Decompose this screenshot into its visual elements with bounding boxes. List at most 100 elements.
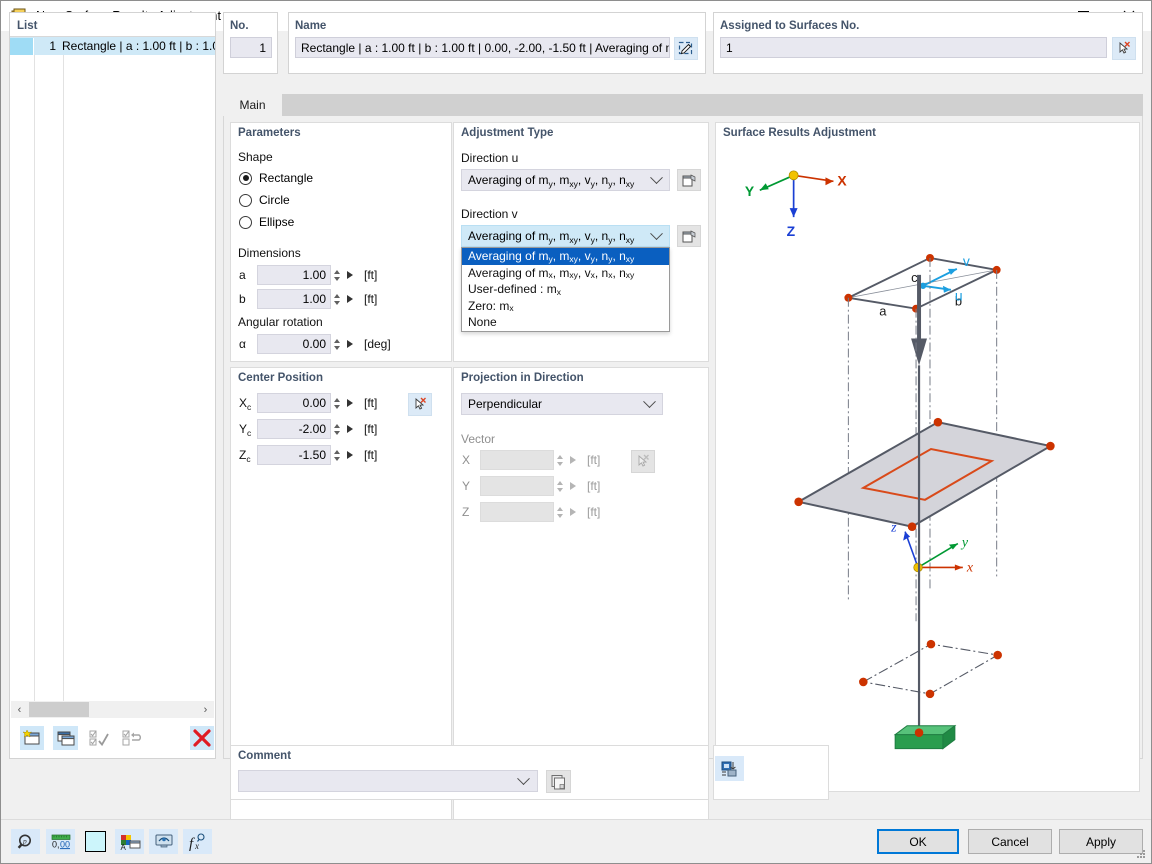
direction-v-combo[interactable]: Averaging of my, mxy, vy, ny, nxy: [461, 225, 670, 247]
xc-label-main: X: [239, 396, 248, 410]
help-search-icon[interactable]: p: [11, 829, 40, 854]
dimension-a-field[interactable]: 1.00 [ft]: [257, 265, 377, 285]
xc-stepper[interactable]: [331, 393, 343, 413]
svg-text:z: z: [890, 521, 897, 536]
dropdown-option-4[interactable]: None: [462, 314, 669, 331]
projection-combo[interactable]: Perpendicular: [461, 393, 663, 415]
yc-value[interactable]: -2.00: [257, 419, 331, 439]
yc-stepper[interactable]: [331, 419, 343, 439]
list-item[interactable]: 1 Rectangle | a : 1.00 ft | b : 1.00 f: [10, 37, 215, 55]
alpha-more-icon[interactable]: [343, 334, 357, 354]
xc-value[interactable]: 0.00: [257, 393, 331, 413]
dropdown-option-2[interactable]: User-defined : mx: [462, 281, 669, 298]
units-decimal-places-icon[interactable]: 0, 00: [46, 829, 75, 854]
svg-text:y: y: [960, 536, 969, 551]
dropdown-option-0[interactable]: Averaging of my, m xy, vy, ny, n xy: [462, 248, 669, 265]
shape-radio-circle[interactable]: Circle: [239, 193, 290, 207]
dimension-b-value[interactable]: 1.00: [257, 289, 331, 309]
dimension-a-value[interactable]: 1.00: [257, 265, 331, 285]
invert-selection-button[interactable]: [120, 726, 144, 750]
pick-surfaces-icon[interactable]: [1112, 37, 1136, 60]
yc-field[interactable]: -2.00 [ft]: [257, 419, 377, 439]
shape-radio-rectangle[interactable]: Rectangle: [239, 171, 313, 185]
ok-button[interactable]: OK: [877, 829, 959, 854]
delete-item-button[interactable]: [189, 726, 215, 750]
dimension-b-unit: [ft]: [364, 292, 378, 306]
list-toolbar: [11, 719, 215, 757]
alpha-label: α: [239, 337, 246, 351]
alpha-value[interactable]: 0.00: [257, 334, 331, 354]
copy-item-button[interactable]: [53, 726, 78, 750]
dimension-a-more-icon[interactable]: [343, 265, 357, 285]
cancel-button-label: Cancel: [991, 834, 1029, 849]
alpha-unit: [deg]: [364, 337, 391, 351]
new-item-button[interactable]: [20, 726, 45, 750]
dimension-b-field[interactable]: 1.00 [ft]: [257, 289, 377, 309]
select-all-button[interactable]: [87, 726, 111, 750]
svg-text:x: x: [966, 560, 974, 575]
dropdown-option-1[interactable]: Averaging of mx, m xy, vx, nx, n xy: [462, 265, 669, 282]
scroll-left-icon[interactable]: ‹: [11, 701, 28, 718]
edit-name-icon[interactable]: [674, 37, 698, 60]
assigned-surfaces-input[interactable]: 1: [720, 37, 1107, 58]
list-panel: List 1 Rectangle | a : 1.00 ft | b : 1.0…: [9, 12, 216, 759]
resize-grip[interactable]: [1136, 849, 1146, 859]
visualization-canvas[interactable]: X Y Z a b c v u x y z: [716, 123, 1139, 791]
dimension-a-stepper[interactable]: [331, 265, 343, 285]
scrollbar-thumb[interactable]: [29, 702, 89, 717]
pick-center-position-icon[interactable]: [408, 393, 432, 416]
yc-label-main: Y: [239, 422, 248, 436]
alpha-field[interactable]: 0.00 [deg]: [257, 334, 391, 354]
comment-input[interactable]: [238, 770, 538, 792]
color-swatch-icon[interactable]: [81, 829, 110, 854]
list-label: List: [17, 20, 38, 32]
radio-dot-selected: [239, 171, 252, 185]
direction-v-dropdown[interactable]: Averaging of my, m xy, vy, ny, n xy Averag…: [461, 247, 670, 332]
function-icon[interactable]: f x: [183, 829, 212, 854]
yc-more-icon[interactable]: [343, 419, 357, 439]
number-input[interactable]: 1: [230, 37, 272, 58]
visibility-icon[interactable]: [149, 829, 178, 854]
yc-unit: [ft]: [364, 422, 378, 436]
xc-more-icon[interactable]: [343, 393, 357, 413]
vector-z-stepper: [554, 502, 566, 522]
vector-y-label: Y: [462, 479, 471, 493]
zc-stepper[interactable]: [331, 445, 343, 465]
zc-label: Zc: [239, 448, 251, 464]
tab-content-main: Parameters Shape Rectangle Circle Ellips…: [223, 116, 1143, 863]
number-panel: No. 1: [223, 12, 278, 74]
dimension-a-label: a: [239, 268, 246, 282]
cancel-button[interactable]: Cancel: [968, 829, 1052, 854]
name-input[interactable]: Rectangle | a : 1.00 ft | b : 1.00 ft | …: [295, 37, 670, 58]
vector-x-stepper: [554, 450, 566, 470]
shape-label: Shape: [238, 150, 273, 164]
direction-u-combo[interactable]: Averaging of my, mxy, vy, ny, nxy: [461, 169, 670, 191]
scroll-right-icon[interactable]: ›: [197, 701, 214, 718]
shape-radio-ellipse[interactable]: Ellipse: [239, 215, 294, 229]
zc-more-icon[interactable]: [343, 445, 357, 465]
direction-v-settings-icon[interactable]: [677, 225, 701, 247]
svg-text:0,: 0,: [52, 839, 60, 849]
zc-unit: [ft]: [364, 448, 378, 462]
render-mode-icon[interactable]: [715, 756, 744, 781]
dimension-b-more-icon[interactable]: [343, 289, 357, 309]
dimension-b-stepper[interactable]: [331, 289, 343, 309]
vector-y-more-icon: [566, 476, 580, 496]
xc-field[interactable]: 0.00 [ft]: [257, 393, 377, 413]
parameters-group: Parameters Shape Rectangle Circle Ellips…: [230, 122, 452, 362]
tab-main[interactable]: Main: [223, 94, 282, 116]
alpha-stepper[interactable]: [331, 334, 343, 354]
dropdown-option-3[interactable]: Zero: mx: [462, 298, 669, 315]
comment-presets-icon[interactable]: [546, 770, 571, 793]
apply-button[interactable]: Apply: [1059, 829, 1143, 854]
list-horizontal-scrollbar[interactable]: ‹ ›: [11, 701, 214, 718]
svg-text:a: a: [879, 304, 887, 319]
pick-vector-icon: [631, 450, 655, 473]
adjustment-type-group: Adjustment Type Direction u Averaging of…: [453, 122, 709, 362]
zc-value[interactable]: -1.50: [257, 445, 331, 465]
zc-field[interactable]: -1.50 [ft]: [257, 445, 377, 465]
display-properties-icon[interactable]: A: [115, 829, 144, 854]
direction-u-settings-icon[interactable]: [677, 169, 701, 191]
chevron-down-icon: [650, 170, 663, 184]
shape-rectangle-label: Rectangle: [259, 171, 314, 185]
